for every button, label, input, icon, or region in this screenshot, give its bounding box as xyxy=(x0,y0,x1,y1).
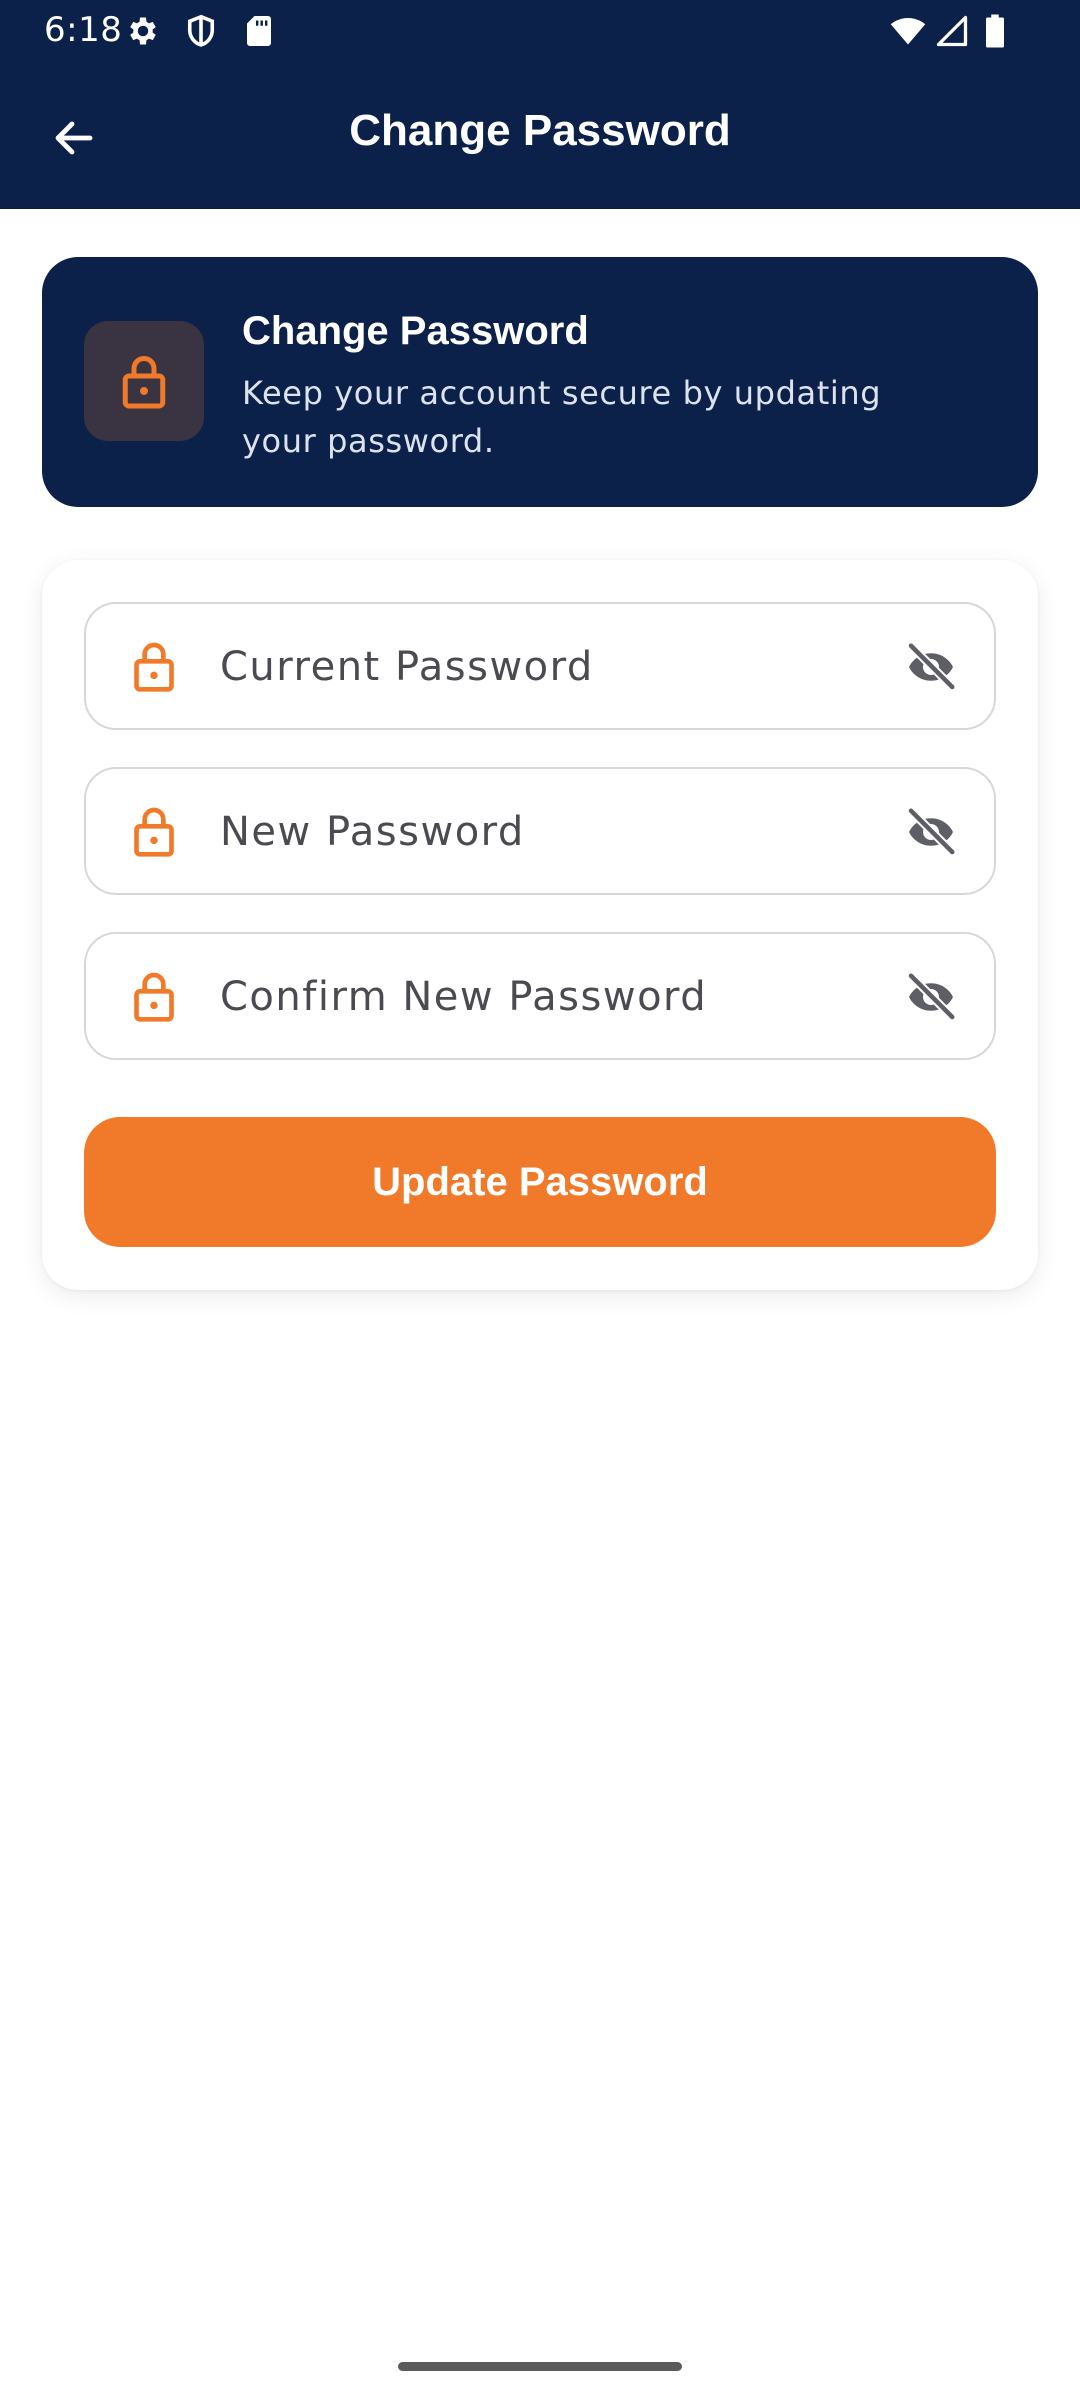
password-form: Update Password xyxy=(42,560,1038,1290)
eye-off-icon[interactable] xyxy=(896,797,966,867)
new-password-field[interactable] xyxy=(84,767,996,895)
eye-off-icon[interactable] xyxy=(896,632,966,702)
info-card-icon-box xyxy=(84,321,204,441)
status-bar: 6:18 xyxy=(0,0,1080,62)
info-card-description: Keep your account secure by updating you… xyxy=(242,374,882,460)
eye-off-icon[interactable] xyxy=(896,962,966,1032)
update-password-button[interactable]: Update Password xyxy=(84,1117,996,1247)
top-app-bar: 6:18 Change Password xyxy=(0,0,1080,209)
current-password-input[interactable] xyxy=(220,628,860,706)
home-indicator[interactable] xyxy=(398,2362,682,2371)
lock-icon xyxy=(122,799,186,863)
lock-icon xyxy=(122,634,186,698)
shield-icon xyxy=(187,14,215,47)
new-password-input[interactable] xyxy=(220,793,860,871)
lock-icon xyxy=(122,964,186,1028)
current-password-field[interactable] xyxy=(84,602,996,730)
wifi-icon xyxy=(890,17,926,45)
info-card: Change Password Keep your account secure… xyxy=(42,257,1038,507)
status-time: 6:18 xyxy=(44,10,123,50)
lock-icon xyxy=(122,356,166,409)
sd-card-icon xyxy=(247,16,271,46)
confirm-password-field[interactable] xyxy=(84,932,996,1060)
confirm-password-input[interactable] xyxy=(220,958,860,1036)
cell-signal-icon xyxy=(936,15,968,47)
page-title: Change Password xyxy=(349,106,731,155)
gear-icon xyxy=(130,17,156,45)
info-card-title: Change Password xyxy=(242,309,589,353)
battery-icon xyxy=(986,14,1004,48)
